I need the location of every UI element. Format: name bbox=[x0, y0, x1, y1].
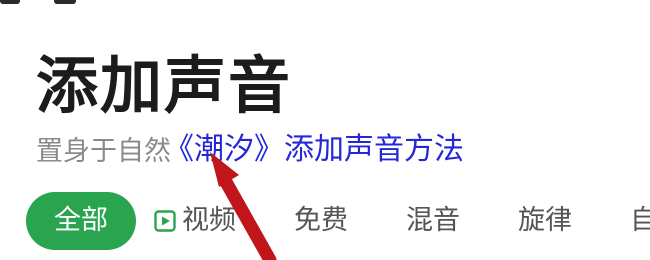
tab-label: 免费 bbox=[294, 205, 348, 236]
screen: 添加声音 置身于自然 《潮汐》添加声音方法 全部 视频 免费 混音 旋律 自 bbox=[0, 0, 650, 260]
tab-custom[interactable]: 自 bbox=[630, 192, 650, 250]
tab-mix[interactable]: 混音 bbox=[406, 192, 460, 250]
tab-free[interactable]: 免费 bbox=[294, 192, 348, 250]
tab-video[interactable]: 视频 bbox=[154, 192, 236, 250]
tab-label: 全部 bbox=[54, 205, 108, 236]
tab-all[interactable]: 全部 bbox=[26, 192, 136, 250]
page-subtitle: 置身于自然 bbox=[36, 136, 171, 167]
page-title: 添加声音 bbox=[36, 49, 293, 122]
tab-label: 混音 bbox=[406, 205, 460, 236]
play-icon bbox=[154, 210, 176, 232]
status-bar-fragment bbox=[0, 0, 80, 6]
tab-melody[interactable]: 旋律 bbox=[518, 192, 572, 250]
category-tabs: 全部 视频 免费 混音 旋律 自 bbox=[26, 192, 650, 250]
tab-label: 自 bbox=[630, 205, 650, 236]
tab-label: 旋律 bbox=[518, 205, 572, 236]
overlay-caption: 《潮汐》添加声音方法 bbox=[164, 132, 464, 167]
tab-label: 视频 bbox=[182, 205, 236, 236]
